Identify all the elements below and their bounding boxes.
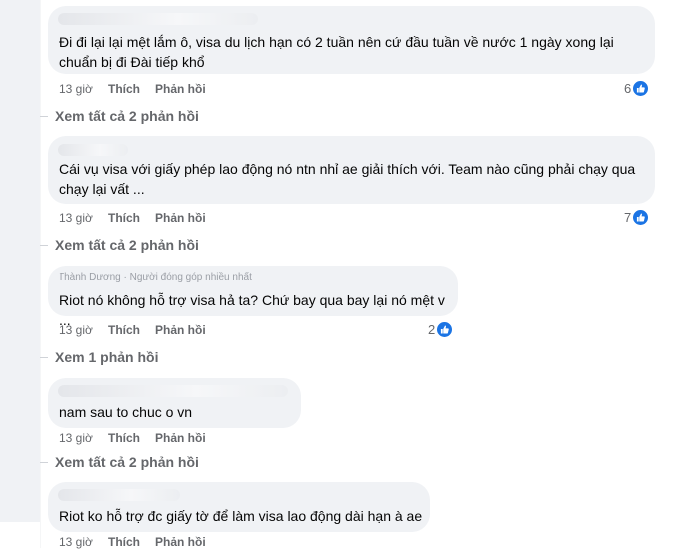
like-thumb-icon [632, 209, 650, 227]
comment-text-line: Đi đi lại lại mệt lắm ô, visa du lịch hạ… [59, 34, 614, 50]
comment-time[interactable]: 13 giờ [59, 322, 108, 338]
comment-time[interactable]: 13 giờ [59, 430, 108, 446]
comment-bubble: Thành Dương · Người đóng góp nhiều nhất … [48, 266, 458, 328]
comment-text-line: nam sau to chuc o vn [59, 404, 193, 420]
like-button[interactable]: Thích [108, 81, 155, 97]
comment-bubble: nam sau to chuc o vn [48, 378, 301, 428]
comment-text: Đi đi lại lại mệt lắm ô, visa du lịch hạ… [59, 32, 649, 72]
comment-text-line: Cái vụ visa với giấy phép lao động nó nt… [59, 161, 636, 177]
reply-connector [40, 116, 48, 117]
like-button[interactable]: Thích [108, 430, 155, 446]
comment-bubble: Riot ko hỗ trợ đc giấy tờ để làm visa la… [48, 482, 430, 532]
comment-bubble: Cái vụ visa với giấy phép lao động nó nt… [48, 136, 655, 204]
comment-text-line: chạy lại vất ... [59, 181, 145, 197]
reply-connector [40, 245, 48, 246]
comment-author[interactable]: Thành Dương · Người đóng góp nhiều nhất [58, 272, 312, 284]
comment-author[interactable] [58, 489, 180, 501]
comment-time[interactable]: 13 giờ [59, 210, 108, 226]
comment-text: Cái vụ visa với giấy phép lao động nó nt… [59, 159, 649, 199]
reply-button[interactable]: Phản hồi [155, 322, 206, 338]
comment-text: nam sau to chuc o vn [59, 402, 297, 422]
view-replies-link[interactable]: Xem tất cả 2 phản hồi [55, 453, 199, 471]
view-replies-link[interactable]: Xem tất cả 2 phản hồi [55, 107, 199, 125]
comment-author[interactable] [58, 144, 128, 156]
comment-actions: 13 giờ Thích Phản hồi [59, 210, 206, 226]
reply-button[interactable]: Phản hồi [155, 81, 206, 97]
comment-actions: 13 giờ Thích Phản hồi [59, 81, 206, 97]
reply-connector [40, 462, 48, 463]
reaction-number: 6 [624, 80, 632, 96]
reply-connector [40, 357, 48, 358]
left-panel-edge [0, 0, 40, 522]
reaction-number: 7 [624, 209, 632, 225]
like-button[interactable]: Thích [108, 322, 155, 338]
comment-text-line: Riot ko hỗ trợ đc giấy tờ để làm visa la… [59, 508, 423, 524]
comment-actions: 13 giờ Thích Phản hồi [59, 322, 206, 338]
reaction-count[interactable]: 7 [624, 208, 650, 227]
like-thumb-icon [436, 321, 454, 339]
reaction-count[interactable]: 2 [428, 320, 454, 339]
like-thumb-icon [632, 80, 650, 98]
comment-time[interactable]: 13 giờ [59, 81, 108, 97]
comment-text-line: chuẩn bị đi Đài tiếp khổ [59, 54, 205, 70]
reply-button[interactable]: Phản hồi [155, 210, 206, 226]
comment-author[interactable] [58, 385, 288, 397]
view-replies-link[interactable]: Xem tất cả 2 phản hồi [55, 236, 199, 254]
thread-line [40, 0, 41, 548]
like-button[interactable]: Thích [108, 210, 155, 226]
comment-author[interactable] [58, 13, 258, 25]
reaction-number: 2 [428, 321, 436, 337]
comment-text: Riot ko hỗ trợ đc giấy tờ để làm visa la… [59, 506, 427, 526]
comment-actions: 13 giờ Thích Phản hồi [59, 430, 206, 446]
reaction-count[interactable]: 6 [624, 79, 650, 98]
view-replies-link[interactable]: Xem 1 phản hồi [55, 348, 158, 366]
comment-bubble: Đi đi lại lại mệt lắm ô, visa du lịch hạ… [48, 6, 655, 74]
reply-button[interactable]: Phản hồi [155, 430, 206, 446]
